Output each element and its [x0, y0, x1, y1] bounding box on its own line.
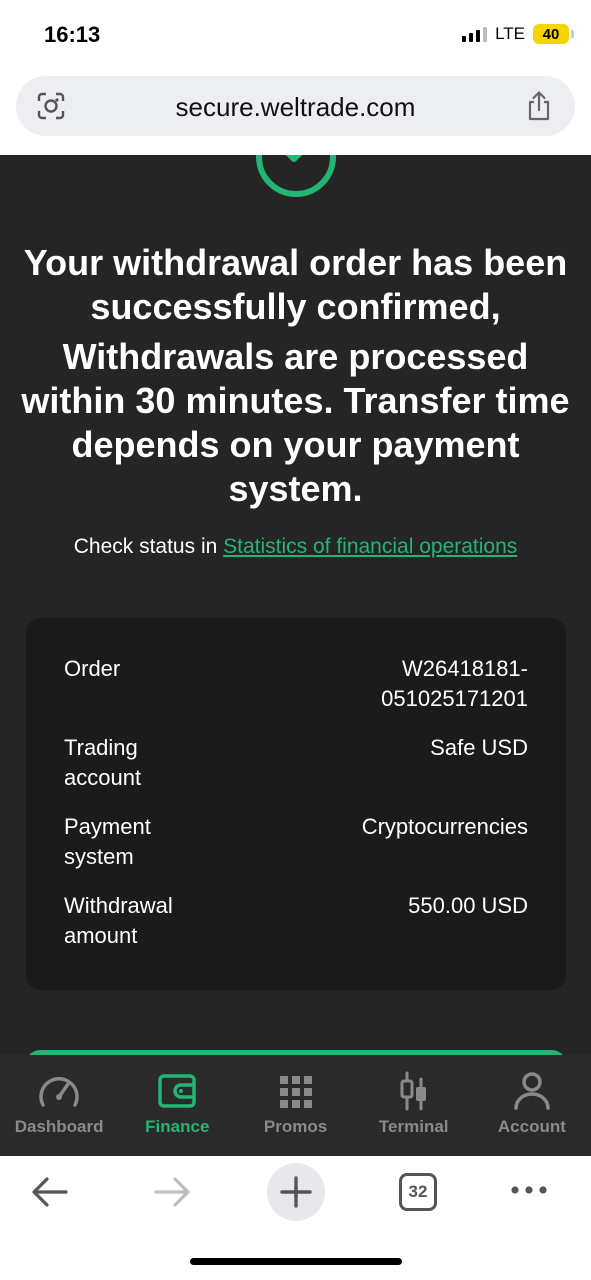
status-bar: 16:13 LTE 40	[0, 0, 591, 72]
plus-icon	[280, 1176, 312, 1208]
grid-icon	[279, 1076, 312, 1108]
url-text[interactable]: secure.weltrade.com	[16, 92, 575, 123]
success-check-icon	[256, 155, 336, 197]
forward-arrow-icon[interactable]	[152, 1174, 192, 1210]
detail-value: 550.00 USD	[408, 893, 528, 918]
nav-account[interactable]: Account	[473, 1055, 591, 1156]
detail-label: Withdrawal amount	[64, 893, 173, 948]
detail-row-trading-account: Trading account Safe USD	[64, 733, 528, 793]
detail-value: Safe USD	[430, 735, 528, 760]
detail-value: W26418181-051025171201	[381, 656, 528, 711]
battery-icon: 40	[533, 24, 574, 44]
detail-row-payment-system: Payment system Cryptocurrencies	[64, 812, 528, 872]
nav-terminal[interactable]: Terminal	[355, 1055, 473, 1156]
new-tab-button[interactable]	[267, 1163, 325, 1221]
detail-label: Trading account	[64, 735, 142, 790]
network-type: LTE	[495, 24, 525, 43]
signal-icon	[462, 26, 488, 42]
statistics-link[interactable]: Statistics of financial operations	[223, 535, 517, 558]
nav-label: Dashboard	[14, 1117, 104, 1136]
detail-label: Order	[64, 656, 121, 681]
nav-label: Terminal	[378, 1117, 449, 1136]
detail-label: Payment system	[64, 814, 151, 869]
nav-label: Finance	[145, 1117, 210, 1136]
nav-label: Account	[497, 1117, 566, 1136]
detail-row-withdrawal-amount: Withdrawal amount 550.00 USD	[64, 891, 528, 951]
home-indicator	[190, 1258, 402, 1265]
nav-promos[interactable]: Promos	[236, 1055, 354, 1156]
status-time: 16:13	[44, 22, 101, 47]
user-icon	[514, 1072, 550, 1110]
order-details-card: Order W26418181-051025171201 Trading acc…	[26, 618, 566, 990]
detail-value: Cryptocurrencies	[361, 814, 528, 839]
nav-finance[interactable]: Finance	[118, 1055, 236, 1156]
check-status-text: Check status in	[73, 535, 224, 558]
more-icon[interactable]	[510, 1184, 550, 1196]
processing-note: Withdrawals are processed within 30 minu…	[21, 336, 570, 509]
back-arrow-icon[interactable]	[30, 1174, 70, 1210]
candlestick-icon	[400, 1071, 426, 1111]
check-status-line: Check status in Statistics of financial …	[0, 535, 591, 559]
nav-dashboard[interactable]: Dashboard	[0, 1055, 118, 1156]
gauge-icon	[39, 1077, 79, 1107]
bottom-nav: Dashboard Finance Promos Terminal Accoun…	[0, 1055, 591, 1156]
confirmation-title: Your withdrawal order has been successfu…	[23, 242, 568, 327]
nav-label: Promos	[263, 1117, 328, 1136]
withdrawal-confirmation: Your withdrawal order has been successfu…	[0, 155, 591, 1055]
wallet-icon	[158, 1074, 197, 1108]
detail-row-order: Order W26418181-051025171201	[64, 654, 528, 714]
tabs-count-button[interactable]: 32	[399, 1173, 437, 1211]
address-bar[interactable]: secure.weltrade.com	[16, 76, 575, 136]
status-indicators: LTE 40	[462, 24, 574, 44]
share-icon[interactable]	[525, 90, 553, 122]
